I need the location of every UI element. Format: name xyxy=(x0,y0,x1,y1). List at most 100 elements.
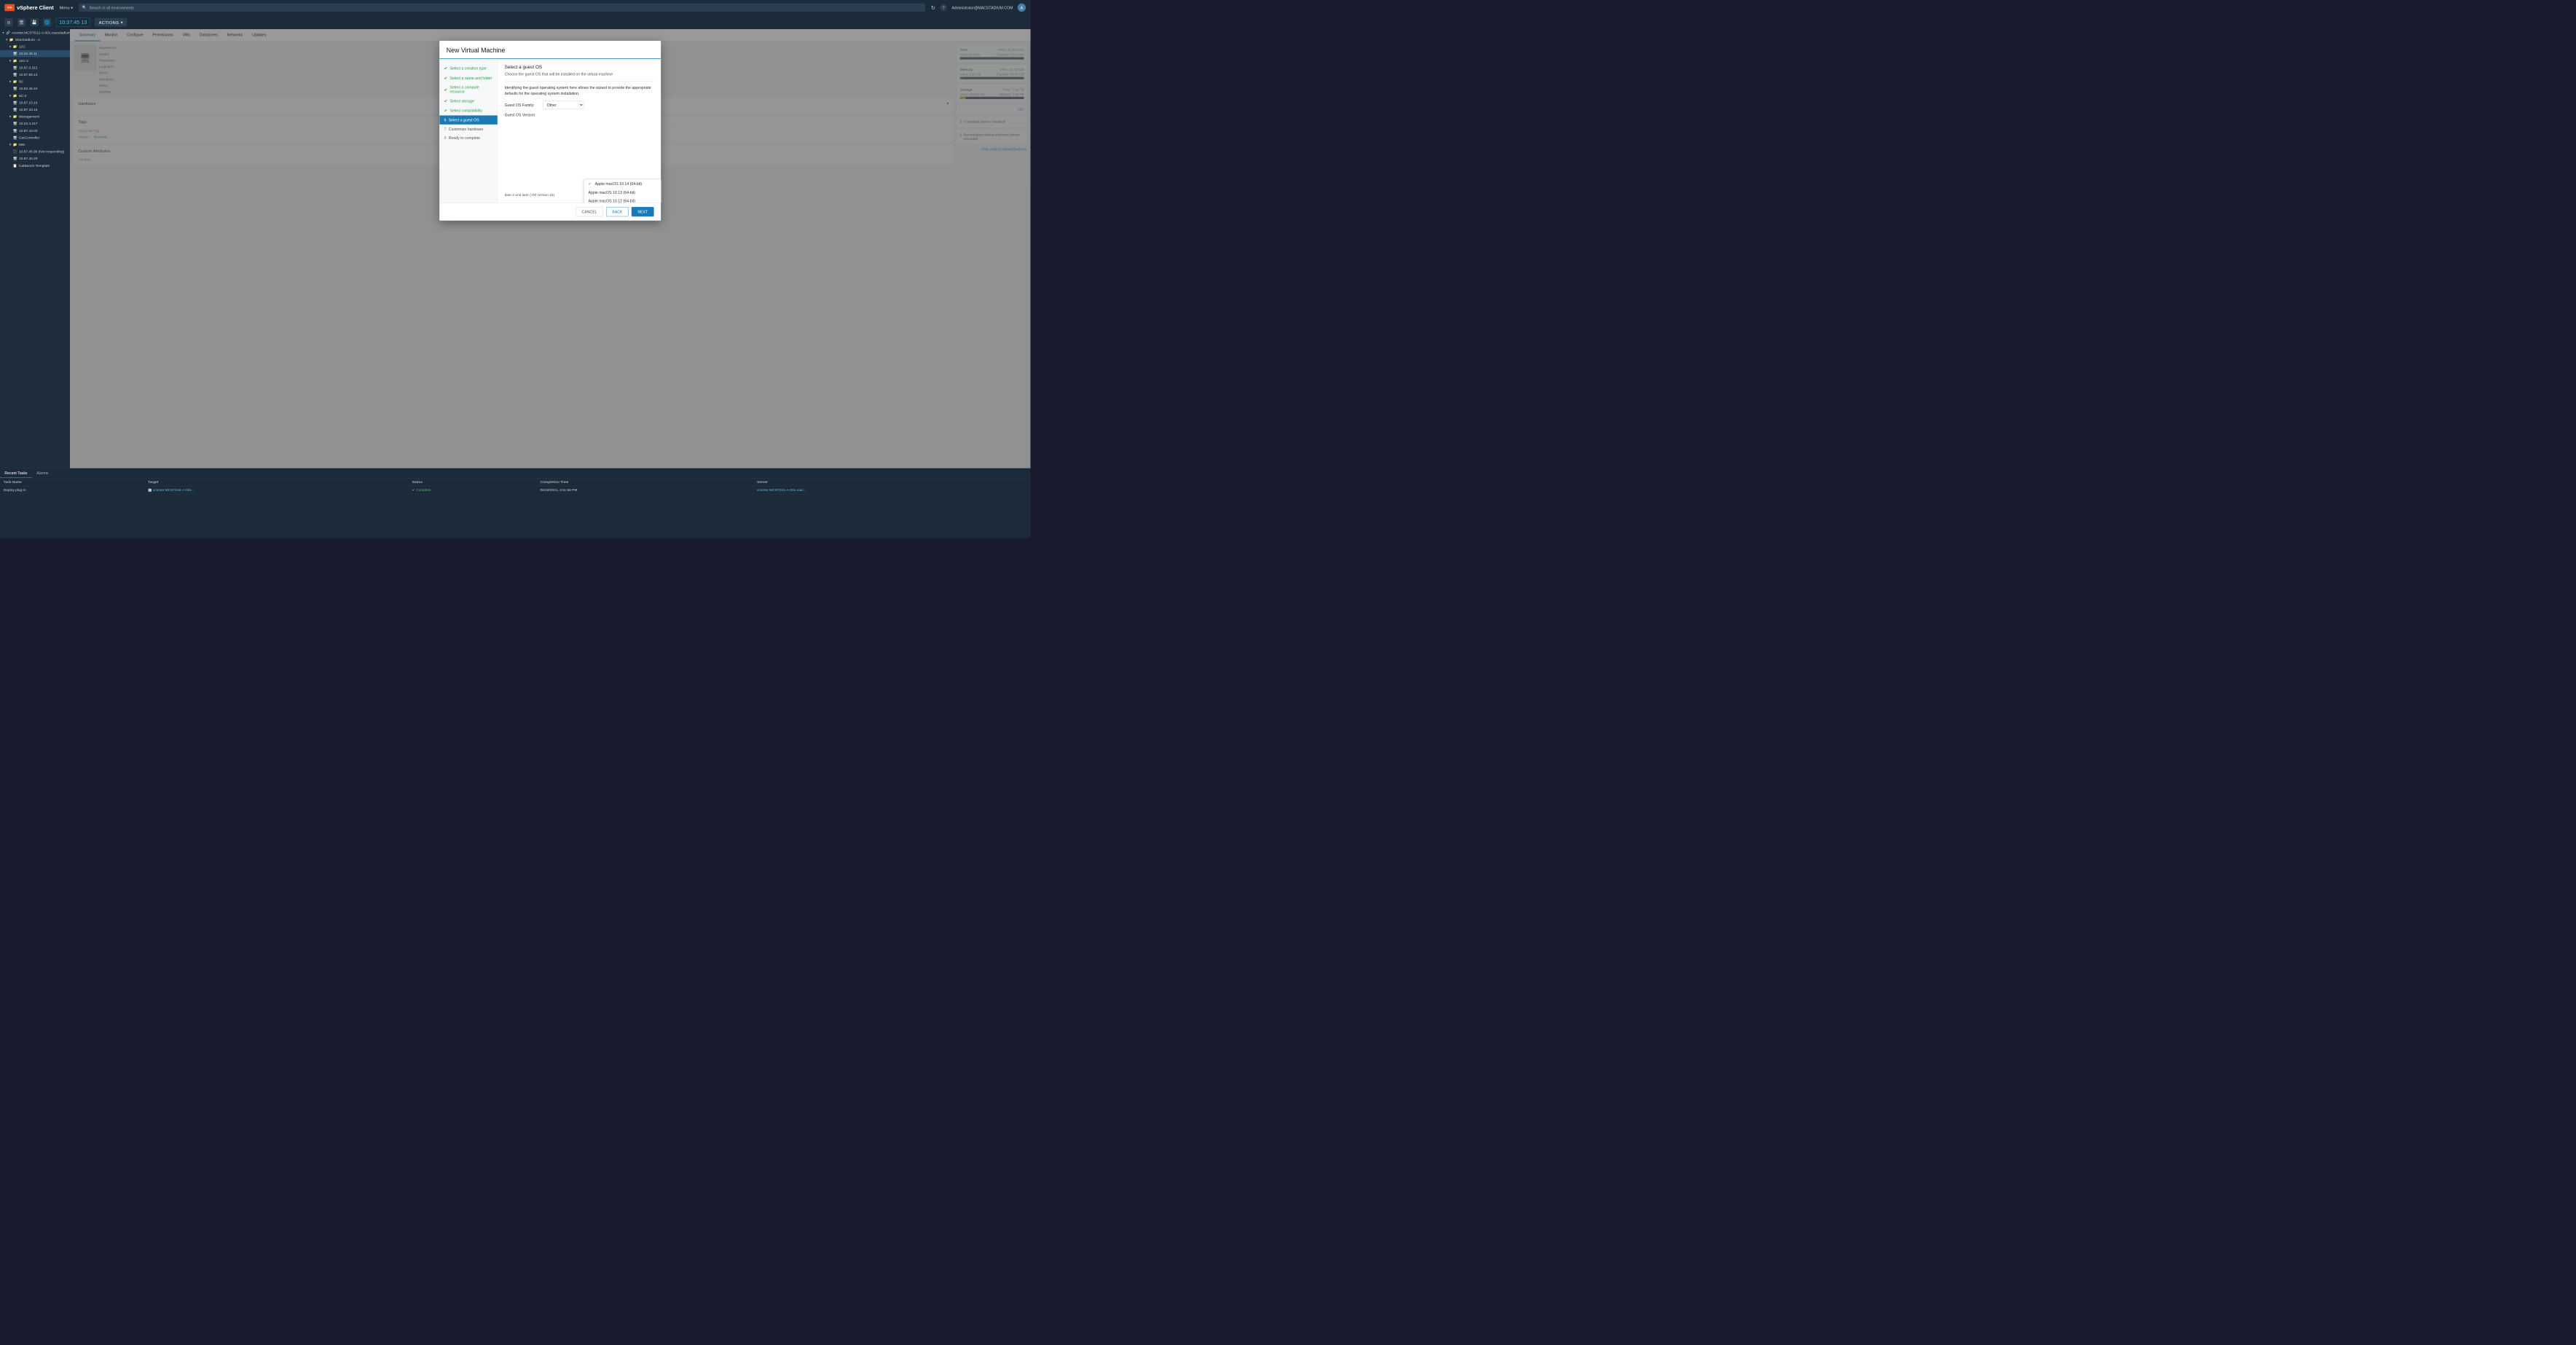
sidebar-item-label: 10.87.33.15 xyxy=(19,108,37,112)
th-status[interactable]: Status xyxy=(409,478,537,486)
sidebar-item-label: Management xyxy=(19,114,39,119)
vm-icon: 🖥 xyxy=(13,101,17,105)
step1-label: Select a creation type xyxy=(449,66,486,71)
step8-num: 8 xyxy=(444,136,447,140)
step-6: 6 Select a guest OS xyxy=(439,115,498,124)
avatar[interactable]: A xyxy=(1018,4,1026,12)
table-row[interactable]: Deploy plug-in 🏢 vcenter.MCSTD11-A-001..… xyxy=(0,486,1030,494)
topbar: vm vSphere Client Menu ▾ 🔍 Search in all… xyxy=(0,0,1030,15)
sidebar-item-label: 6C xyxy=(19,79,23,84)
os-version-dropdown[interactable]: Apple macOS 10.14 (64-bit) Apple macOS 1… xyxy=(584,179,661,203)
dropdown-item-0[interactable]: Apple macOS 10.14 (64-bit) xyxy=(584,179,661,188)
status-check-icon: ✔ xyxy=(412,488,415,493)
vm-icon: 🖥 xyxy=(13,128,17,133)
th-task-name[interactable]: Task Name xyxy=(0,478,144,486)
os-family-label: Guest OS Family: xyxy=(505,103,540,107)
os-family-select[interactable]: Other Windows Linux Mac OS Solaris xyxy=(543,101,584,109)
actions-label: ACTIONS xyxy=(99,20,119,24)
icon-storage[interactable]: 💾 xyxy=(31,18,39,26)
dropdown-item-2[interactable]: Apple macOS 10.12 (64-bit) xyxy=(584,196,661,203)
step6-label: Select a guest OS xyxy=(449,118,479,122)
icon-grid[interactable]: ⊞ xyxy=(4,18,12,26)
dropdown-item-1[interactable]: Apple macOS 10.13 (64-bit) xyxy=(584,188,661,197)
th-server[interactable]: Server xyxy=(753,478,1030,486)
sidebar-item-management[interactable]: ▾ 📁 Management xyxy=(0,113,70,120)
sidebar-item-vm4[interactable]: 🖥 10.83.45.44 xyxy=(0,85,70,93)
vm-icon: 🖥 xyxy=(13,108,17,112)
step4-check-icon: ✔ xyxy=(444,98,448,103)
user-label[interactable]: Administrator@MACSTADIUM.COM xyxy=(951,5,1013,9)
step7-label: Customize hardware xyxy=(449,127,484,131)
cancel-button[interactable]: CANCEL xyxy=(576,207,603,216)
step7-num: 7 xyxy=(444,127,447,131)
sidebar-item-catcontroller[interactable]: 🖥 CatController xyxy=(0,134,70,141)
bottom-tab-recent-tasks[interactable]: Recent Tasks xyxy=(0,468,32,478)
cell-server: vcenter.MCSTD11-A-001.mac... xyxy=(753,486,1030,494)
step6-num: 6 xyxy=(444,118,447,122)
step2-label: Select a name and folder xyxy=(449,76,492,80)
folder-icon: 📁 xyxy=(13,114,17,119)
actions-button[interactable]: ACTIONS ▾ xyxy=(95,18,127,27)
folder-icon: 📁 xyxy=(13,143,17,147)
bottom-tab-alarms[interactable]: Alarms xyxy=(32,468,53,478)
timestamp: 10:37:45 13 xyxy=(56,17,90,26)
sidebar-item-vm10[interactable]: 🖥 10.87.40.20 xyxy=(0,155,70,162)
sidebar-item-vm3[interactable]: 🖥 10.87.69.13 xyxy=(0,71,70,79)
expand-icon: ▾ xyxy=(9,44,11,49)
th-target[interactable]: Target xyxy=(144,478,409,486)
refresh-icon[interactable]: ↻ xyxy=(931,4,935,10)
step8-label: Ready to complete xyxy=(449,136,480,140)
menu-chevron-icon: ▾ xyxy=(71,5,73,10)
sidebar-item-label: 10.32.45.11 xyxy=(19,52,37,56)
sidebar-item-vm1[interactable]: 🖥 10.32.45.11 xyxy=(0,50,70,58)
sidebar-item-vm6[interactable]: 🖥 10.87.33.15 xyxy=(0,106,70,114)
os-family-row: Guest OS Family: Other Windows Linux Mac… xyxy=(505,101,654,109)
sidebar-item-6c[interactable]: ▾ 📁 6C xyxy=(0,78,70,85)
sidebar-item-label: 10.87.43.03 xyxy=(19,128,37,133)
expand-icon: ▾ xyxy=(9,79,11,84)
th-completion-time[interactable]: Completion Time xyxy=(537,478,754,486)
step5-label: Select compatibility xyxy=(449,109,482,113)
help-icon[interactable]: ? xyxy=(940,4,947,12)
sidebar-item-label: 10.87.40.20 xyxy=(19,157,37,161)
sidebar-item-12c[interactable]: ▾ 📁 12C xyxy=(0,43,70,50)
cell-completion-time: 06/18/2021, 3:11:56 PM xyxy=(537,486,754,494)
sidebar: ▾ 🔗 vcenter.MCSTD11-A-001.macstadium... … xyxy=(0,29,70,468)
folder-icon: 📁 xyxy=(13,93,17,98)
app-name: vSphere Client xyxy=(17,4,53,10)
next-button[interactable]: NEXT xyxy=(632,207,654,216)
sidebar-item-6c2[interactable]: ▾ 📁 6C-2 xyxy=(0,92,70,99)
sidebar-item-vm8[interactable]: 🖥 10.87.43.03 xyxy=(0,127,70,134)
modal-main-content: Select a guest OS Choose the guest OS th… xyxy=(498,59,661,203)
sidebar-item-mm[interactable]: ▾ 📁 MM xyxy=(0,141,70,149)
sidebar-item-vcenter[interactable]: ▾ 🔗 vcenter.MCSTD11-A-001.macstadium... xyxy=(0,29,70,36)
cell-target: 🏢 vcenter.MCSTD11-A-001... xyxy=(144,486,409,494)
step2-check-icon: ✔ xyxy=(444,76,448,81)
expand-icon: ▾ xyxy=(6,38,7,42)
back-button[interactable]: BACK xyxy=(606,207,629,216)
target-icon: 🏢 xyxy=(148,488,152,492)
sidebar-item-12c2[interactable]: ▾ 📁 12C-2 xyxy=(0,57,70,64)
sidebar-item-label: MM xyxy=(19,143,25,147)
sidebar-item-label: 10.23.4.217 xyxy=(19,122,37,126)
topbar-right: ↻ ? Administrator@MACSTADIUM.COM A xyxy=(931,4,1026,12)
sidebar-item-vm9[interactable]: ⬛ 10.87.45.96 (Not responding) xyxy=(0,148,70,155)
step1-check-icon: ✔ xyxy=(444,66,448,71)
sidebar-item-vm2[interactable]: 🖥 10.87.0.312 xyxy=(0,64,70,71)
vm-icon: 🖥 xyxy=(13,122,17,126)
sidebar-item-macstadium[interactable]: ▾ 📁 MacStadium - A xyxy=(0,36,70,44)
search-bar[interactable]: 🔍 Search in all environments xyxy=(79,4,925,12)
section-title: Select a guest OS xyxy=(505,65,654,70)
icon-network[interactable]: 🌐 xyxy=(43,18,51,26)
sidebar-item-catbench[interactable]: 📋 CatBench-Template xyxy=(0,162,70,169)
description: Identifying the guest operating system h… xyxy=(505,85,654,96)
modal-footer: CANCEL BACK NEXT xyxy=(439,203,661,221)
menu-button[interactable]: Menu ▾ xyxy=(60,5,73,10)
vm-icon: vm xyxy=(4,4,15,12)
modal-body: ✔ Select a creation type ✔ Select a name… xyxy=(439,59,661,203)
sidebar-item-vm5[interactable]: 🖥 10.87.10.16 xyxy=(0,99,70,106)
icon-monitor[interactable]: 🖥 xyxy=(17,18,25,26)
sidebar-item-vm7[interactable]: 🖥 10.23.4.217 xyxy=(0,120,70,128)
content-area: Summary Monitor Configure Permissions VM… xyxy=(70,29,1030,468)
sidebar-item-label: 6C-2 xyxy=(19,93,26,98)
